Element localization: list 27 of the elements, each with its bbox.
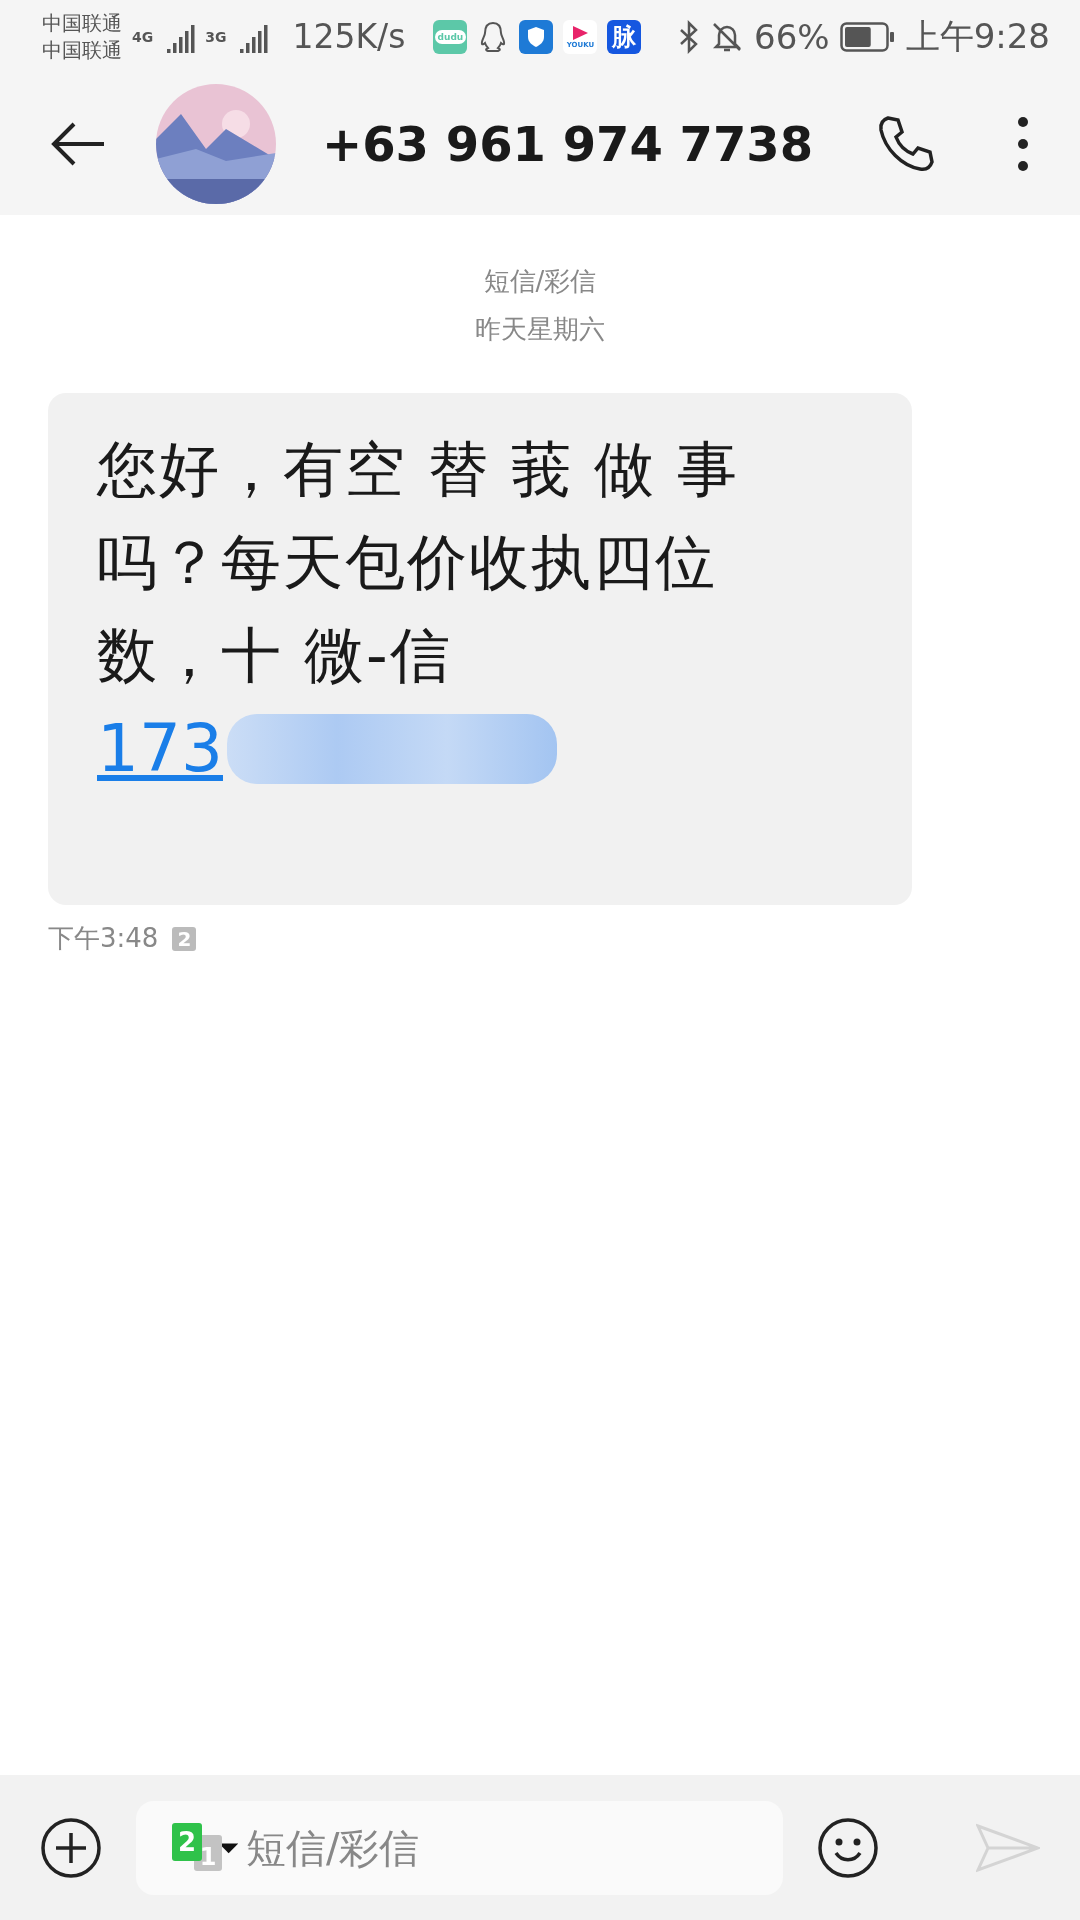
phone-link[interactable]: 173 (97, 702, 223, 795)
network-type: 4G (132, 28, 154, 45)
message-line: 您好，有空 替 莪 做 事 (97, 433, 740, 506)
clock: 上午9:28 (905, 14, 1050, 58)
battery-percent: 66% (754, 16, 830, 57)
add-icon[interactable] (40, 1816, 102, 1879)
smiley-icon[interactable] (817, 1816, 879, 1879)
carrier-name: 中国联通 (42, 36, 122, 64)
network-type: 3G (205, 28, 227, 45)
message-time: 下午3:48 (48, 922, 159, 955)
back-icon[interactable] (50, 120, 106, 168)
mai-app-icon: 脉 (607, 19, 642, 54)
channel-label: 短信/彩信 (483, 265, 597, 298)
message-line: 数，十 微-信 (97, 619, 452, 692)
shield-app-icon (519, 19, 554, 54)
more-menu-icon[interactable] (1016, 114, 1030, 174)
message-line: 吗？每天包价收执四位 (97, 526, 717, 599)
message-input[interactable]: 1 2 短信/彩信 (136, 1800, 783, 1895)
carrier-name: 中国联通 (42, 9, 122, 37)
date-label: 昨天星期六 (475, 313, 605, 346)
sim-badge: 2 (172, 926, 197, 951)
dudu-app-icon: dudu (433, 19, 468, 54)
battery-icon (839, 21, 896, 52)
network-speed: 125K/s (292, 17, 406, 56)
message-field[interactable]: 短信/彩信 (244, 1823, 747, 1872)
contact-number: +63 961 974 7738 (322, 116, 814, 172)
sim-icon: 2 (172, 1822, 202, 1861)
